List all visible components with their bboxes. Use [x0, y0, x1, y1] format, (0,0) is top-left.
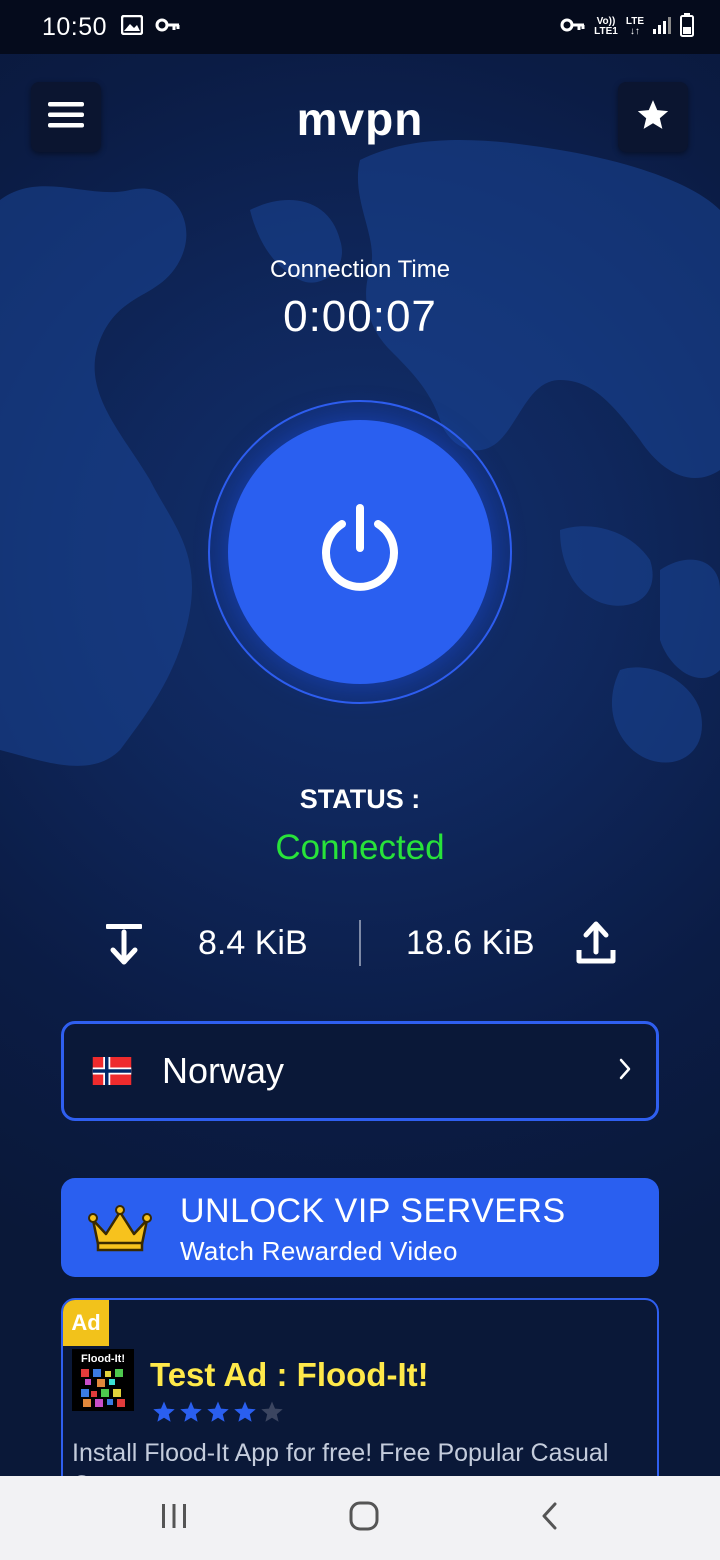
lte-text-bottom: ↓↑: [629, 26, 640, 37]
connection-time-label: Connection Time: [269, 256, 451, 283]
lte-data-icon: LTE ↓↑: [626, 17, 644, 37]
system-nav-bar: [0, 1476, 720, 1560]
upload-icon: [576, 920, 616, 971]
battery-icon: [680, 12, 694, 42]
image-icon: [120, 14, 144, 40]
ad-logo-text: Flood-It!: [81, 1353, 125, 1365]
volte-icon: Vo)) LTE1: [594, 17, 618, 37]
status-value: Connected: [275, 828, 445, 867]
app-title: mvpn: [296, 93, 424, 145]
signal-icon: [652, 15, 672, 40]
unlock-vip-button[interactable]: UNLOCK VIP SERVERS Watch Rewarded Video: [61, 1178, 659, 1277]
download-value: 8.4 KiB: [198, 924, 308, 962]
power-button[interactable]: [228, 420, 492, 684]
ad-app-logo: Flood-It!: [72, 1349, 134, 1411]
status-bar: 10:50 Vo)) LTE1 LTE ↓↑: [0, 0, 720, 54]
star-filled-icon: [207, 1401, 229, 1422]
vip-title: UNLOCK VIP SERVERS: [180, 1192, 566, 1230]
star-empty-icon: [261, 1401, 283, 1422]
server-country: Norway: [162, 1050, 285, 1091]
clock: 10:50: [42, 12, 108, 41]
connection-time-value: 0:00:07: [283, 292, 437, 341]
ad-title: Test Ad : Flood-It!: [150, 1356, 429, 1393]
star-filled-icon: [180, 1401, 202, 1422]
vip-subtitle: Watch Rewarded Video: [180, 1236, 458, 1266]
favorites-button[interactable]: [618, 82, 688, 152]
vpn-key-icon: [560, 17, 586, 38]
traffic-stats: 8.4 KiB 18.6 KiB: [0, 918, 720, 968]
crown-icon: [87, 1204, 153, 1257]
server-selector[interactable]: Norway: [61, 1021, 659, 1121]
recents-icon[interactable]: [160, 1503, 188, 1534]
volte-text-bottom: LTE1: [594, 26, 618, 37]
ad-badge: Ad: [63, 1300, 109, 1346]
back-icon[interactable]: [540, 1501, 560, 1536]
star-filled-icon: [153, 1401, 175, 1422]
norway-flag-icon: [92, 1057, 132, 1085]
chevron-right-icon: [618, 1057, 632, 1086]
status-label: STATUS :: [299, 784, 421, 814]
power-icon: [312, 502, 408, 603]
app-screen: 10:50 Vo)) LTE1 LTE ↓↑ mvpn Connection T…: [0, 0, 720, 1560]
star-icon: [636, 98, 670, 137]
star-filled-icon: [234, 1401, 256, 1422]
ad-rating: [152, 1400, 284, 1424]
home-icon[interactable]: [348, 1500, 380, 1537]
upload-value: 18.6 KiB: [406, 924, 535, 962]
key-icon: [155, 17, 181, 38]
download-icon: [104, 922, 144, 971]
traffic-divider: [359, 920, 361, 966]
